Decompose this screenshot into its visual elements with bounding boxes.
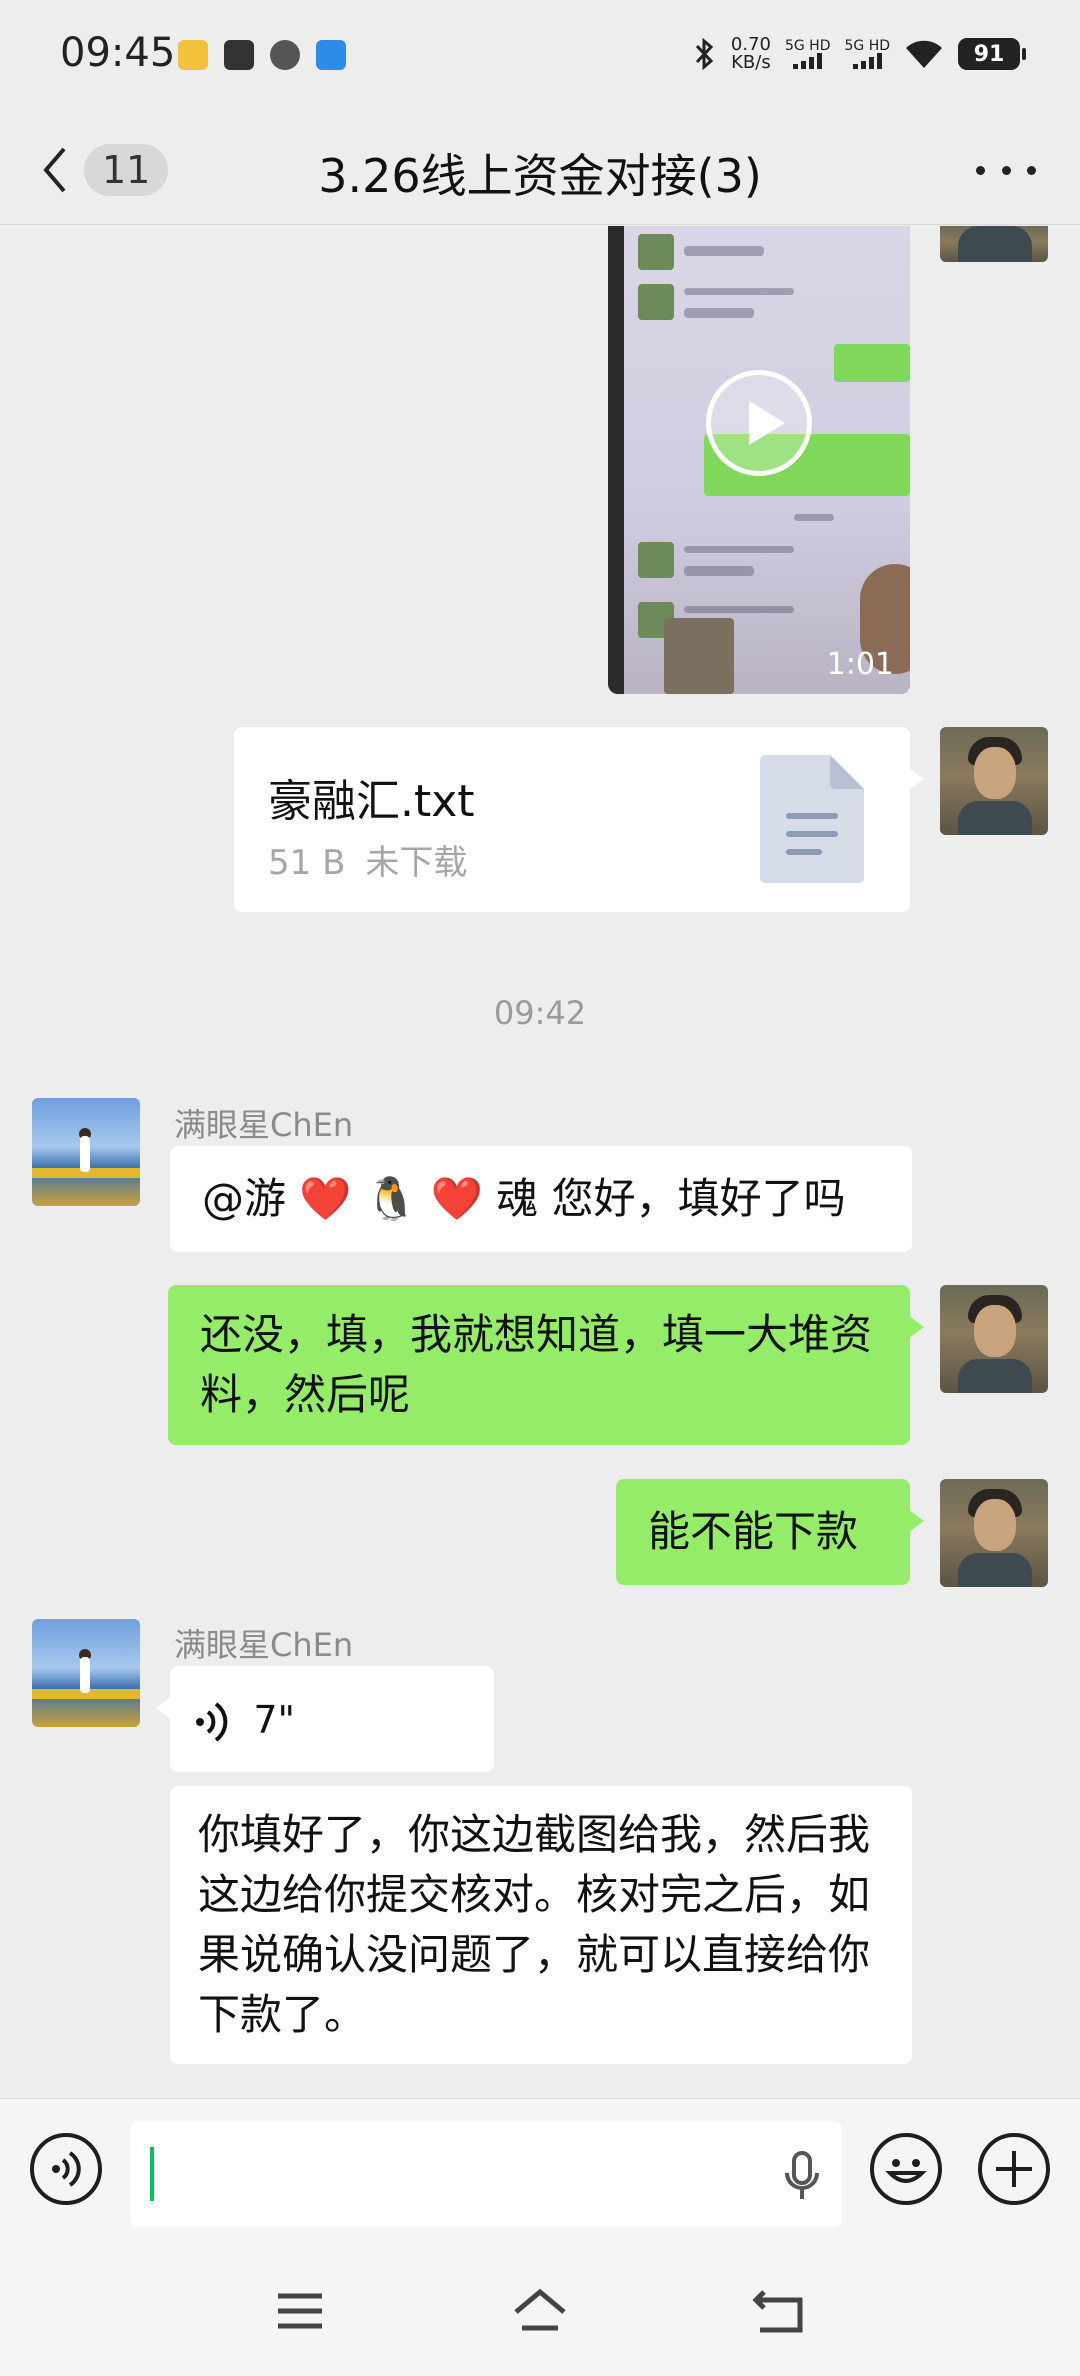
browser-app-icon [270, 40, 300, 70]
message-bubble[interactable]: @游 ❤️ 🐧 ❤️ 魂 您好，填好了吗 [170, 1146, 912, 1252]
video-message[interactable]: 1:01 [608, 226, 910, 694]
unread-count-badge: 11 [84, 144, 169, 196]
dot-icon [1027, 165, 1036, 175]
message-bubble[interactable]: 你填好了，你这边截图给我，然后我这边给你提交核对。核对完之后，如果说确认没问题了… [170, 1786, 912, 2064]
voice-message[interactable]: 7" [156, 1666, 494, 1772]
self-avatar[interactable] [940, 727, 1048, 835]
sim1-signal-icon: 5G HD [785, 39, 830, 69]
message-bubble[interactable]: 能不能下款 [616, 1479, 924, 1585]
file-size: 51 B [268, 843, 346, 883]
back-nav-icon[interactable] [750, 2286, 810, 2336]
status-time: 09:45 [60, 30, 176, 76]
self-avatar[interactable] [940, 1285, 1048, 1393]
play-icon[interactable] [706, 370, 812, 476]
contact-avatar[interactable] [32, 1619, 140, 1727]
home-icon[interactable] [510, 2286, 570, 2336]
input-bar [0, 2098, 1080, 2238]
send-app-icon [316, 40, 346, 70]
document-icon [760, 755, 864, 883]
microphone-icon[interactable] [784, 2151, 820, 2201]
battery-icon: 91 [958, 38, 1026, 70]
voice-duration: 7" [253, 1698, 296, 1742]
emoji-button[interactable] [870, 2133, 942, 2205]
more-functions-button[interactable] [978, 2133, 1050, 2205]
more-options-button[interactable] [976, 145, 1036, 195]
voice-wave-icon [52, 2151, 81, 2187]
bag-app-icon [224, 40, 254, 70]
status-bar: 09:45 0.70 KB/s 5G HD 5G HD 91 [0, 0, 1080, 115]
sim2-signal-icon: 5G HD [844, 39, 890, 69]
voice-input-button[interactable] [30, 2133, 102, 2205]
file-meta: 51 B 未下载 [268, 835, 467, 884]
menu-icon[interactable] [270, 2286, 330, 2336]
bluetooth-icon [695, 37, 714, 71]
chevron-left-icon [43, 147, 66, 193]
plus-icon [996, 2151, 1032, 2187]
sender-name: 满眼星ChEn [174, 1106, 354, 1144]
file-message[interactable]: 豪融汇.txt 51 B 未下载 [234, 727, 924, 912]
message-input[interactable] [130, 2121, 842, 2227]
video-duration: 1:01 [826, 647, 894, 682]
system-nav-bar [0, 2238, 1080, 2376]
back-button[interactable]: 11 [40, 139, 170, 201]
file-name: 豪融汇.txt [268, 776, 475, 827]
text-caret [150, 2147, 154, 2201]
dot-icon [976, 165, 985, 175]
notification-app-icon [178, 40, 208, 70]
self-avatar[interactable] [940, 226, 1048, 262]
message-bubble[interactable]: 还没，填，我就想知道，填一大堆资料，然后呢 [168, 1285, 924, 1445]
wifi-icon [906, 40, 942, 68]
status-indicators: 0.70 KB/s 5G HD 5G HD 91 [691, 34, 1026, 73]
file-download-status: 未下载 [365, 843, 468, 883]
self-avatar[interactable] [940, 1479, 1048, 1587]
voice-wave-icon [196, 1701, 228, 1742]
chat-header: 11 3.26线上资金对接(3) [0, 115, 1080, 225]
dot-icon [1001, 165, 1011, 175]
contact-avatar[interactable] [32, 1098, 140, 1206]
network-speed: 0.70 KB/s [730, 34, 771, 73]
smiley-icon [885, 2159, 927, 2183]
sender-name: 满眼星ChEn [174, 1626, 354, 1664]
time-separator: 09:42 [493, 994, 587, 1032]
